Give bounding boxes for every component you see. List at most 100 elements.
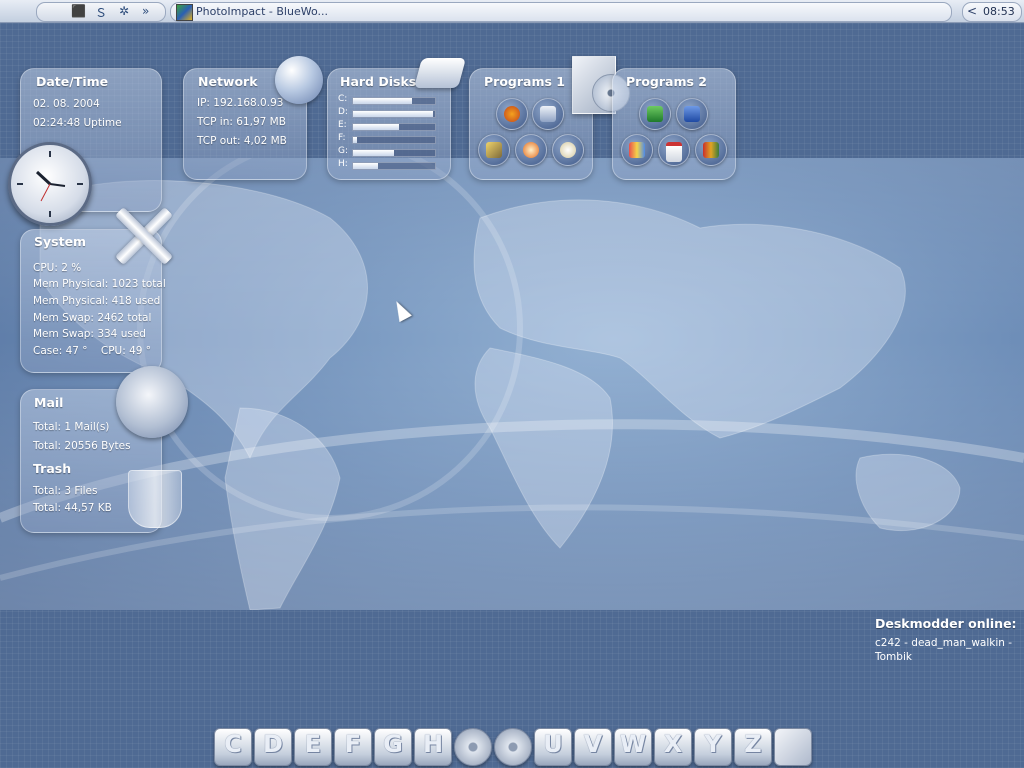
disk-label: C: bbox=[338, 94, 348, 104]
date-text: 02. 08. 2004 bbox=[33, 98, 100, 110]
disk-usage-fill bbox=[353, 163, 378, 169]
tray-clock[interactable]: 08:53 bbox=[983, 5, 1015, 18]
disk-usage-fill bbox=[353, 124, 399, 130]
drive-letter: Y bbox=[704, 730, 722, 758]
more-chevron-icon[interactable]: » bbox=[142, 4, 149, 18]
drive-e-button[interactable]: E bbox=[294, 728, 332, 766]
word-icon[interactable] bbox=[676, 98, 708, 130]
taskbar-button-photoimpact[interactable]: PhotoImpact - BlueWo... bbox=[170, 2, 952, 22]
drive-v-button[interactable]: V bbox=[574, 728, 612, 766]
trash-title: Trash bbox=[33, 461, 72, 476]
show-desktop-icon[interactable]: ⬛ bbox=[71, 4, 86, 18]
drive-x-button[interactable]: X bbox=[654, 728, 692, 766]
disk-row: G: bbox=[338, 146, 438, 157]
drive-w-button[interactable]: W bbox=[614, 728, 652, 766]
disk-usage-bar bbox=[352, 97, 436, 105]
burn-icon[interactable] bbox=[515, 134, 547, 166]
disk-label: G: bbox=[338, 146, 349, 156]
disk-usage-bar bbox=[352, 136, 436, 144]
drive-d-button[interactable]: D bbox=[254, 728, 292, 766]
drive-letter: G bbox=[383, 730, 403, 758]
mail-bytes: Total: 20556 Bytes bbox=[33, 440, 131, 452]
disk-usage-bar bbox=[352, 123, 436, 131]
drive-letter: W bbox=[619, 730, 647, 758]
ip-text: IP: 192.168.0.93 bbox=[197, 97, 284, 109]
drive-y-button[interactable]: Y bbox=[694, 728, 732, 766]
cd-drive-icon[interactable] bbox=[454, 728, 492, 766]
disk-usage-bar bbox=[352, 149, 436, 157]
drive-letter: D bbox=[263, 730, 283, 758]
network-title: Network bbox=[198, 74, 258, 89]
system-title: System bbox=[34, 234, 87, 249]
tools-icon[interactable] bbox=[478, 134, 510, 166]
mem-physical-total: Mem Physical: 1023 total bbox=[33, 278, 166, 290]
disk-usage-fill bbox=[353, 111, 434, 117]
disk-row: F: bbox=[338, 133, 438, 144]
drive-f-button[interactable]: F bbox=[334, 728, 372, 766]
disk-usage-fill bbox=[353, 98, 413, 104]
trash-files: Total: 3 Files bbox=[33, 485, 98, 497]
globe-icon bbox=[275, 56, 323, 104]
drive-letter: E bbox=[304, 730, 322, 758]
disk-label: H: bbox=[338, 159, 348, 169]
drive-letter: V bbox=[583, 730, 603, 758]
disk-usage-bar bbox=[352, 162, 436, 170]
drive-g-button[interactable]: G bbox=[374, 728, 412, 766]
analog-clock-icon bbox=[8, 142, 92, 226]
mem-swap-total: Mem Swap: 2462 total bbox=[33, 312, 152, 324]
hard-disks-title: Hard Disks bbox=[340, 74, 417, 89]
dvd-drive-icon[interactable] bbox=[494, 728, 532, 766]
deskmodder-title: Deskmodder online: bbox=[875, 616, 1017, 631]
disk-row: H: bbox=[338, 159, 438, 170]
task-label: PhotoImpact - BlueWo... bbox=[196, 5, 328, 18]
drive-letter: C bbox=[224, 730, 242, 758]
mail-title: Mail bbox=[34, 395, 64, 410]
drive-letter: Z bbox=[744, 730, 762, 758]
system-tray: < 08:53 bbox=[962, 2, 1022, 22]
disk-label: E: bbox=[338, 120, 347, 130]
disk-label: F: bbox=[338, 133, 346, 143]
drive-letter: U bbox=[543, 730, 563, 758]
calculator-icon[interactable] bbox=[532, 98, 564, 130]
photoimpact-icon bbox=[176, 4, 193, 21]
drive-u-button[interactable]: U bbox=[534, 728, 572, 766]
disk-label: D: bbox=[338, 107, 348, 117]
drive-z-button[interactable]: Z bbox=[734, 728, 772, 766]
deskmodder-users: c242 - dead_man_walkin - Tombik bbox=[875, 637, 1013, 663]
books-icon[interactable] bbox=[695, 134, 727, 166]
quick-launch-bar: ⬛ Ｓ ✲ » bbox=[36, 2, 166, 22]
disk-row: D: bbox=[338, 107, 438, 118]
disk-row: C: bbox=[338, 94, 438, 105]
excel-icon[interactable] bbox=[639, 98, 671, 130]
calendar-icon[interactable] bbox=[658, 134, 690, 166]
firefox-icon[interactable] bbox=[496, 98, 528, 130]
disk-row: E: bbox=[338, 120, 438, 131]
disk-usage-bar bbox=[352, 110, 436, 118]
drive-h-button[interactable]: H bbox=[414, 728, 452, 766]
hard-disk-icon bbox=[413, 58, 467, 88]
drive-dock: C D E F G H U V W X Y Z bbox=[214, 728, 814, 766]
gear-icon[interactable]: ✲ bbox=[119, 4, 129, 18]
sheep-icon[interactable] bbox=[552, 134, 584, 166]
drive-letter: X bbox=[663, 730, 683, 758]
datetime-title: Date/Time bbox=[36, 74, 109, 89]
drive-letter: H bbox=[422, 730, 444, 758]
s-app-icon[interactable]: Ｓ bbox=[95, 4, 107, 21]
programs2-title: Programs 2 bbox=[626, 74, 707, 89]
trash-can-icon[interactable] bbox=[128, 470, 182, 528]
temperature-text: Case: 47 ° CPU: 49 ° bbox=[33, 345, 152, 357]
disk-usage-fill bbox=[353, 150, 394, 156]
paint-icon[interactable] bbox=[621, 134, 653, 166]
tray-expand-icon[interactable]: < bbox=[967, 4, 977, 18]
x-logo-icon bbox=[110, 205, 173, 267]
drive-letter: F bbox=[344, 730, 362, 758]
drive-c-button[interactable]: C bbox=[214, 728, 252, 766]
disk-usage-fill bbox=[353, 137, 358, 143]
programs1-title: Programs 1 bbox=[484, 74, 565, 89]
uptime-text: 02:24:48 Uptime bbox=[33, 117, 122, 129]
tcp-in-text: TCP in: 61,97 MB bbox=[197, 116, 286, 128]
thunderbird-icon[interactable] bbox=[116, 366, 188, 438]
mail-count: Total: 1 Mail(s) bbox=[33, 421, 110, 433]
recycle-bin-icon[interactable] bbox=[774, 728, 812, 766]
tcp-out-text: TCP out: 4,02 MB bbox=[197, 135, 287, 147]
